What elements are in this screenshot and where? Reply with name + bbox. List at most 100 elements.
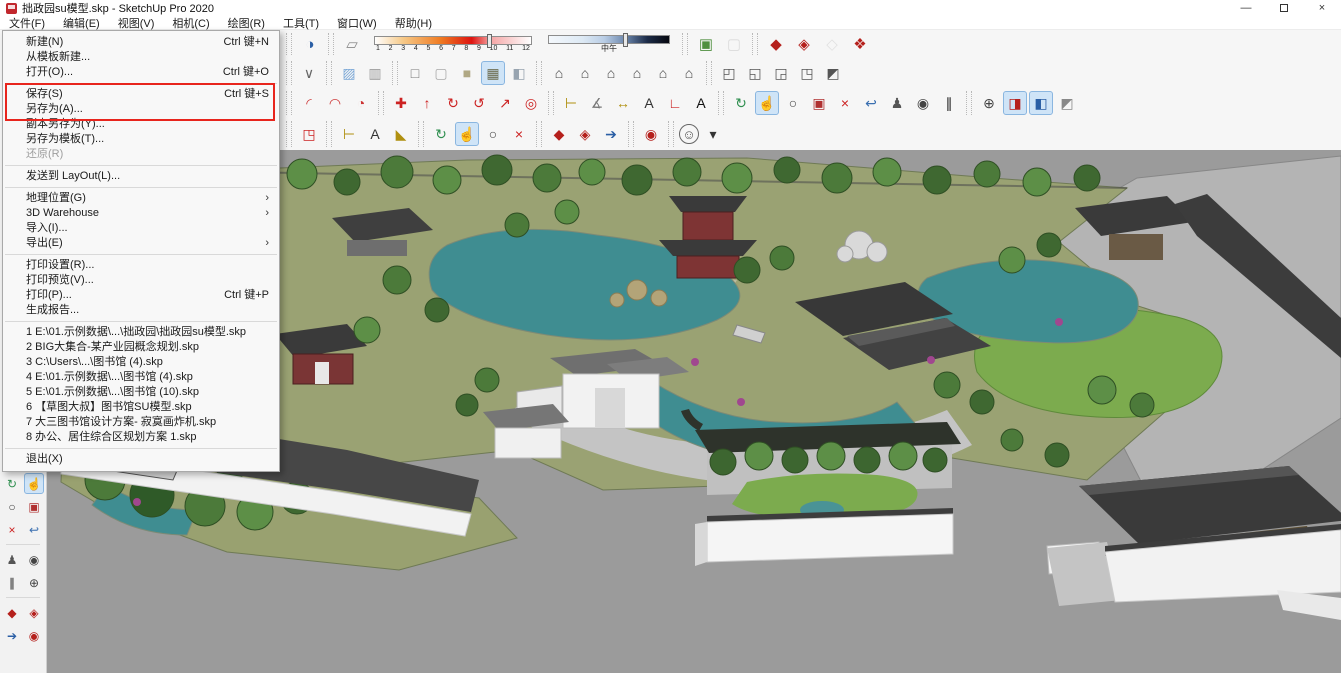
minimize-button[interactable]: — (1227, 0, 1265, 16)
move-icon[interactable]: ✚ (389, 91, 413, 115)
menubar-item-6[interactable]: 窗口(W) (328, 15, 386, 31)
toolbar-grip[interactable] (326, 121, 332, 147)
section-display-icon[interactable]: ◨ (1003, 91, 1027, 115)
wireframe-style-icon[interactable]: □ (403, 61, 427, 85)
tape-measure-icon[interactable]: ⊢ (559, 91, 583, 115)
menubar-item-3[interactable]: 相机(C) (163, 15, 218, 31)
toolbar-grip[interactable] (536, 61, 542, 85)
shadow-settings-icon[interactable]: ◑ (297, 32, 323, 56)
file-menu-item-12[interactable]: 地理位置(G)› (3, 191, 279, 206)
front-view-icon[interactable]: ⌂ (599, 61, 623, 85)
toolbar-grip[interactable] (682, 33, 688, 55)
extension-gear-icon[interactable]: ◉ (24, 625, 44, 646)
shaded-textures-style-icon[interactable]: ▦ (481, 61, 505, 85)
iso-view-icon[interactable]: ⌂ (547, 61, 571, 85)
share-component-icon[interactable]: ◈ (573, 122, 597, 146)
position-camera-icon[interactable]: ♟ (2, 549, 22, 570)
toolbar-grip[interactable] (286, 121, 292, 147)
toolbar-grip[interactable] (392, 61, 398, 85)
position-camera-icon[interactable]: ♟ (885, 91, 909, 115)
scale-tool-icon[interactable]: ◳ (297, 122, 321, 146)
shadow-toggle-icon[interactable]: ▱ (339, 32, 365, 56)
toolbar-grip[interactable] (966, 91, 972, 115)
right-view-icon[interactable]: ⌂ (625, 61, 649, 85)
export-report-icon[interactable]: ➔ (2, 625, 22, 646)
shadow-time-slider[interactable]: 中午 (548, 35, 670, 53)
previous-view-icon[interactable]: ↩ (24, 519, 44, 540)
walk-icon[interactable]: ∥ (937, 91, 961, 115)
close-button[interactable]: × (1303, 0, 1341, 16)
pan-icon[interactable]: ☝ (455, 122, 479, 146)
text-icon[interactable]: A (363, 122, 387, 146)
file-menu-item-29[interactable]: 8 办公、居住综合区规划方案 1.skp (3, 430, 279, 445)
pie-icon[interactable]: ◔ (349, 91, 373, 115)
zoom-extents-icon[interactable]: × (2, 519, 22, 540)
geo-location-icon[interactable]: ▣ (693, 32, 719, 56)
push-pull-icon[interactable]: ↑ (415, 91, 439, 115)
orbit-icon[interactable]: ↻ (729, 91, 753, 115)
add-location-icon[interactable]: ▢ (721, 32, 747, 56)
file-menu-item-2[interactable]: 打开(O)...Ctrl 键+O (3, 65, 279, 80)
share-component-icon[interactable]: ◈ (791, 32, 817, 56)
toolbar-grip[interactable] (706, 61, 712, 85)
toolbar-grip[interactable] (536, 121, 542, 147)
text-icon[interactable]: A (637, 91, 661, 115)
file-menu-item-6[interactable]: 副本另存为(Y)... (3, 117, 279, 132)
3d-text-icon[interactable]: A (689, 91, 713, 115)
dimension-icon[interactable]: ↔ (611, 91, 635, 115)
shadow-time-slider-handle[interactable] (623, 33, 628, 47)
monochrome-style-icon[interactable]: ◧ (507, 61, 531, 85)
file-menu-item-25[interactable]: 4 E:\01.示例数据\...\图书馆 (4).skp (3, 370, 279, 385)
zoom-extents-icon[interactable]: × (833, 91, 857, 115)
shadow-date-slider[interactable]: 123456789101112 (374, 36, 532, 53)
zoom-extents-icon[interactable]: × (507, 122, 531, 146)
toolbar-grip[interactable] (628, 121, 634, 147)
axes-icon[interactable]: ∟ (663, 91, 687, 115)
orbit-icon[interactable]: ↻ (429, 122, 453, 146)
extension-gear-icon[interactable]: ◉ (639, 122, 663, 146)
toolbar-grip[interactable] (378, 91, 384, 115)
share-model-icon[interactable]: ◆ (763, 32, 789, 56)
share-model-icon[interactable]: ◆ (547, 122, 571, 146)
zoom-window-icon[interactable]: ▣ (24, 496, 44, 517)
file-menu-item-13[interactable]: 3D Warehouse› (3, 206, 279, 221)
zoom-icon[interactable]: ○ (2, 496, 22, 517)
shaded-style-icon[interactable]: ■ (455, 61, 479, 85)
menubar-item-0[interactable]: 文件(F) (0, 15, 54, 31)
file-menu-item-20[interactable]: 生成报告... (3, 303, 279, 318)
follow-me-icon[interactable]: ↺ (467, 91, 491, 115)
pan-icon[interactable]: ☝ (24, 473, 44, 494)
back-view-icon[interactable]: ⌂ (651, 61, 675, 85)
file-menu-item-23[interactable]: 2 BIG大集合-某产业园概念规划.skp (3, 340, 279, 355)
account-dropdown-chevron[interactable]: ▾ (701, 122, 725, 146)
protractor-icon[interactable]: ∡ (585, 91, 609, 115)
hidden-line-style-icon[interactable]: ▢ (429, 61, 453, 85)
pan-icon[interactable]: ☝ (755, 91, 779, 115)
look-around-icon[interactable]: ◉ (24, 549, 44, 570)
zoom-icon[interactable]: ○ (781, 91, 805, 115)
toolbar-grip[interactable] (418, 121, 424, 147)
walk-icon[interactable]: ∥ (2, 572, 22, 593)
xray-mode-icon[interactable]: ▨ (337, 61, 361, 85)
toolbar-grip[interactable] (286, 91, 292, 115)
file-menu-item-22[interactable]: 1 E:\01.示例数据\...\拙政园\拙政园su模型.skp (3, 325, 279, 340)
file-menu-item-15[interactable]: 导出(E)› (3, 236, 279, 251)
arc-icon[interactable]: ◜ (297, 91, 321, 115)
tape-measure-icon[interactable]: ⊢ (337, 122, 361, 146)
toolbar-grip[interactable] (718, 91, 724, 115)
file-menu-item-26[interactable]: 5 E:\01.示例数据\...\图书馆 (10).skp (3, 385, 279, 400)
share-model-icon[interactable]: ◆ (2, 602, 22, 623)
restore-button[interactable] (1265, 0, 1303, 16)
file-menu-item-14[interactable]: 导入(I)... (3, 221, 279, 236)
share-component-icon[interactable]: ◈ (24, 602, 44, 623)
intersect-icon[interactable]: ◱ (743, 61, 767, 85)
toolbar-grip[interactable] (326, 61, 332, 85)
file-menu-item-10[interactable]: 发送到 LayOut(L)... (3, 169, 279, 184)
menubar-item-7[interactable]: 帮助(H) (386, 15, 441, 31)
union-icon[interactable]: ◲ (769, 61, 793, 85)
section-plane-icon[interactable]: ⊕ (977, 91, 1001, 115)
toolbar-grip[interactable] (668, 121, 674, 147)
toolbar-grip[interactable] (286, 33, 292, 55)
previous-view-icon[interactable]: ↩ (859, 91, 883, 115)
toolbar-grip[interactable] (752, 33, 758, 55)
